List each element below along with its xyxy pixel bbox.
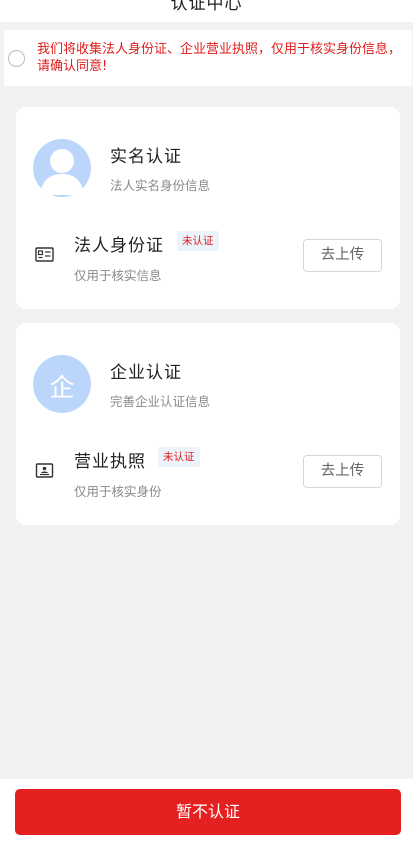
card-subtitle: 法人实名身份信息 <box>110 178 211 193</box>
upload-license-button[interactable]: 去上传 <box>303 455 382 488</box>
card-title: 企业认证 <box>110 363 182 383</box>
doc-title: 营业执照 <box>74 452 146 472</box>
enterprise-avatar: 企 <box>33 355 91 413</box>
id-card-icon <box>35 247 54 262</box>
realname-card: 实名认证 法人实名身份信息 法人身份证 未认证 仅用于核实信息 去上传 <box>16 107 400 309</box>
card-title: 实名认证 <box>110 147 182 167</box>
card-subtitle: 完善企业认证信息 <box>110 394 211 409</box>
skip-verification-button[interactable]: 暂不认证 <box>15 789 401 835</box>
enterprise-card: 企 企业认证 完善企业认证信息 营业执照 未认证 仅用于核实身份 去上传 <box>16 323 400 525</box>
auth-page: 认证中心 我们将收集法人身份证、企业营业执照，仅用于核实身份信息，请确认同意! … <box>0 0 413 846</box>
doc-title: 法人身份证 <box>74 236 164 256</box>
status-badge: 未认证 <box>158 447 200 467</box>
upload-id-card-button[interactable]: 去上传 <box>303 239 382 272</box>
consent-notice: 我们将收集法人身份证、企业营业执照，仅用于核实身份信息，请确认同意! <box>4 30 412 86</box>
status-badge: 未认证 <box>177 231 219 251</box>
consent-text: 我们将收集法人身份证、企业营业执照，仅用于核实身份信息，请确认同意! <box>37 42 402 74</box>
enterprise-icon: 企 <box>49 373 75 402</box>
consent-radio[interactable] <box>8 50 25 67</box>
header: 认证中心 <box>0 0 413 22</box>
page-title: 认证中心 <box>170 0 243 14</box>
bottom-bar: 暂不认证 <box>0 779 413 846</box>
doc-subtitle: 仅用于核实身份 <box>74 484 162 499</box>
doc-subtitle: 仅用于核实信息 <box>74 268 162 283</box>
business-license-icon <box>35 463 54 478</box>
person-icon <box>33 139 91 197</box>
